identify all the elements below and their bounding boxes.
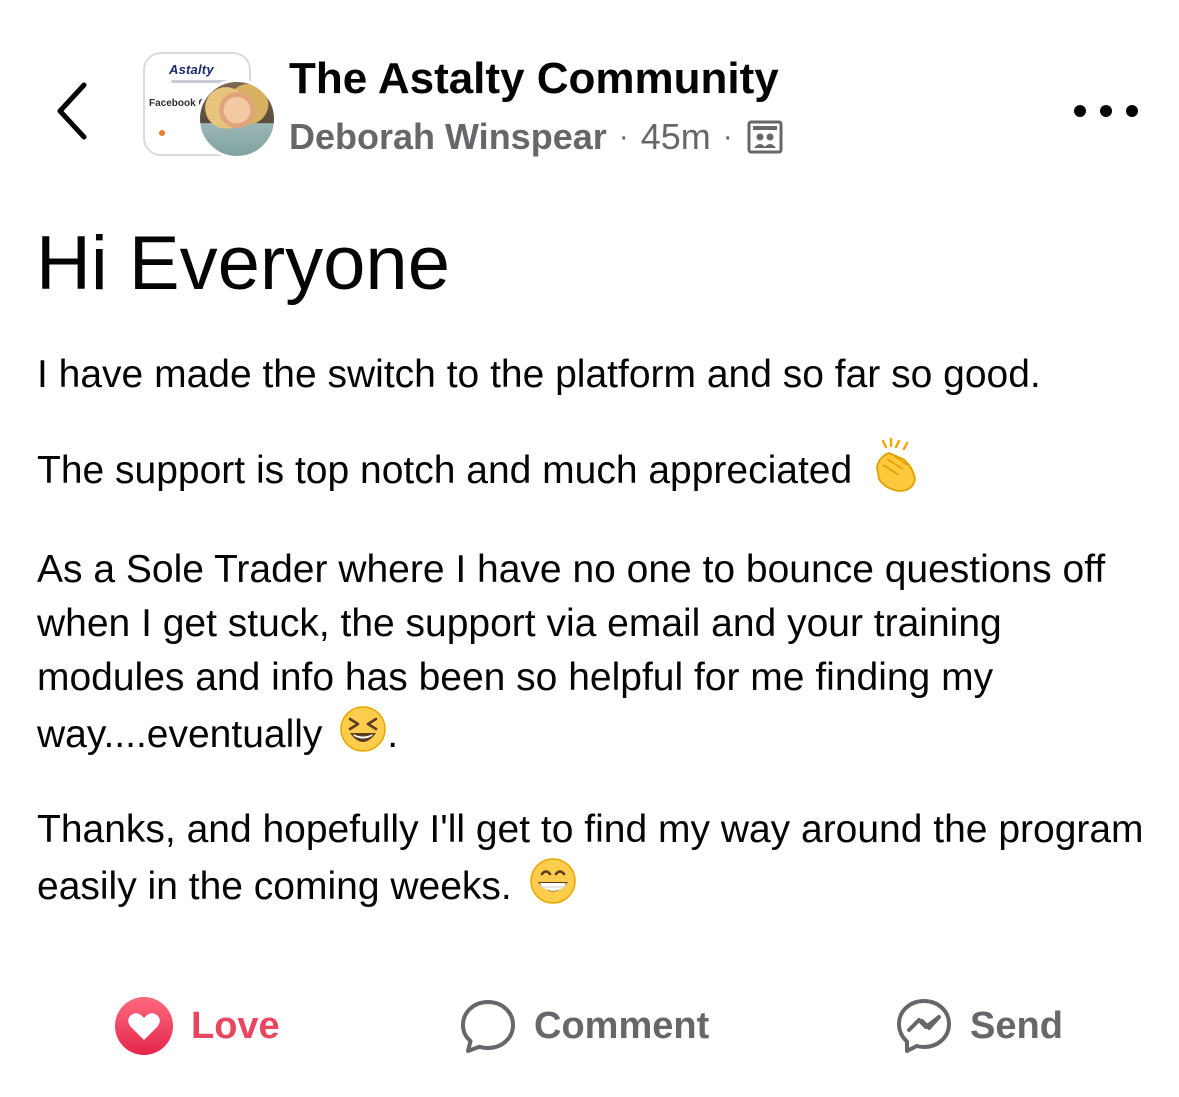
- messenger-icon: [894, 996, 954, 1056]
- post-time[interactable]: 45m: [641, 116, 711, 158]
- author-name[interactable]: Deborah Winspear: [289, 116, 607, 158]
- chevron-left-icon: [54, 81, 90, 146]
- clapping-hands-icon: [869, 437, 921, 508]
- meta-separator: ·: [722, 120, 733, 153]
- back-button[interactable]: [44, 78, 100, 148]
- group-members-icon: [747, 119, 783, 155]
- meta-separator: ·: [618, 120, 629, 153]
- post-title: Hi Everyone: [36, 221, 450, 306]
- post-header: Astalty Facebook C The Astalty Community…: [0, 0, 1179, 190]
- grinning-icon: [529, 857, 577, 920]
- comment-label: Comment: [534, 1004, 710, 1047]
- send-label: Send: [970, 1004, 1063, 1047]
- heart-icon: [113, 995, 175, 1057]
- laughing-squint-icon: [339, 705, 387, 768]
- paragraph-trail: .: [387, 712, 399, 756]
- more-dot: [1074, 105, 1086, 117]
- group-name[interactable]: The Astalty Community: [289, 54, 779, 104]
- comment-button[interactable]: Comment: [458, 990, 709, 1062]
- love-label: Love: [191, 1004, 280, 1047]
- post-body: I have made the switch to the platform a…: [37, 348, 1147, 955]
- send-button[interactable]: Send: [894, 990, 1063, 1062]
- more-dot: [1100, 105, 1112, 117]
- comment-bubble-icon: [458, 996, 518, 1056]
- avatar-dot: [159, 130, 165, 136]
- post-paragraph: As a Sole Trader where I have no one to …: [37, 543, 1147, 768]
- post-actions-bar: Love Comment Send: [0, 990, 1179, 1062]
- love-button[interactable]: Love: [113, 990, 280, 1062]
- author-avatar[interactable]: [197, 79, 277, 159]
- post-paragraph: I have made the switch to the platform a…: [37, 348, 1147, 402]
- post-paragraph: Thanks, and hopefully I'll get to find m…: [37, 803, 1147, 920]
- more-options-button[interactable]: [1074, 96, 1138, 126]
- group-logo: Astalty: [169, 62, 214, 77]
- paragraph-text: Thanks, and hopefully I'll get to find m…: [37, 808, 1144, 908]
- post-paragraph: The support is top notch and much apprec…: [37, 437, 1147, 508]
- post-meta: Deborah Winspear · 45m ·: [289, 114, 783, 160]
- paragraph-text: I have made the switch to the platform a…: [37, 353, 1041, 396]
- paragraph-text: The support is top notch and much apprec…: [37, 448, 853, 492]
- paragraph-text: As a Sole Trader where I have no one to …: [37, 548, 1106, 756]
- group-avatar-label: Facebook C: [149, 98, 206, 109]
- more-dot: [1126, 105, 1138, 117]
